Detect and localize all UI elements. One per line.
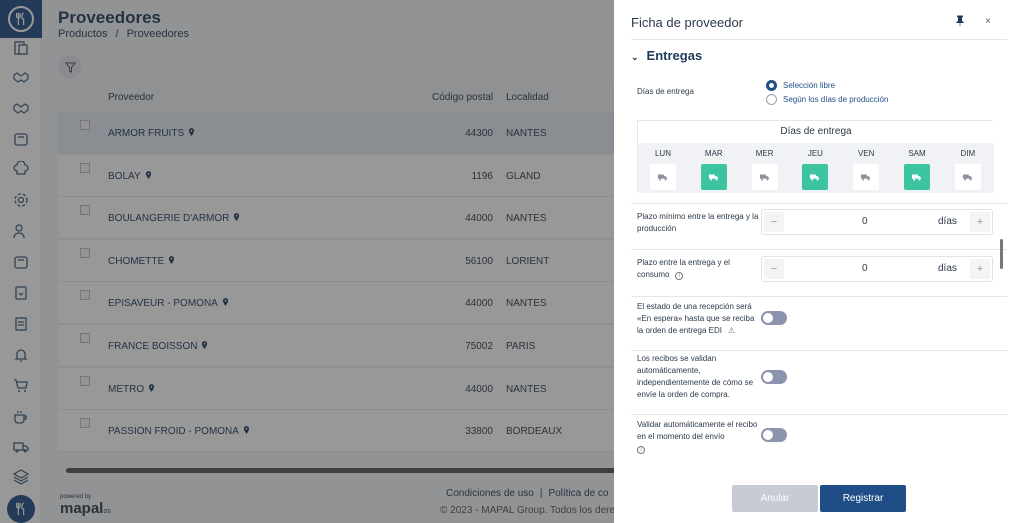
- panel-actions: Anular Registrar: [614, 468, 1024, 523]
- validate-on-send-label: Validar automáticamente el recibo en el …: [637, 419, 762, 455]
- days-grid-title: Días de entrega: [638, 121, 994, 143]
- auto-validate-label: Los recibos se validan automáticamente, …: [637, 354, 754, 399]
- info-icon[interactable]: i: [675, 272, 684, 280]
- consumption-unit: días: [938, 263, 957, 274]
- cancel-button[interactable]: Anular: [732, 485, 818, 512]
- truck-icon: [962, 174, 972, 181]
- day-label: JEU: [807, 149, 823, 158]
- validate-on-send-toggle[interactable]: [761, 428, 787, 442]
- consumption-delay-stepper[interactable]: − 0 días +: [761, 256, 993, 282]
- chevron-down-icon: ⌄: [631, 52, 639, 62]
- pin-icon[interactable]: [954, 14, 968, 28]
- delivery-days-grid: Días de entrega LUN MAR MER JEU VEN SAM DIM: [637, 120, 994, 193]
- radio-production-days[interactable]: [766, 94, 777, 105]
- day-toggle-ven[interactable]: [853, 164, 880, 190]
- modal-overlay[interactable]: [0, 0, 614, 523]
- section-entregas[interactable]: ⌄ Entregas: [631, 48, 702, 63]
- min-delay-value[interactable]: 0: [862, 216, 868, 227]
- day-toggle-lun[interactable]: [650, 164, 676, 190]
- min-delay-unit: días: [938, 216, 957, 227]
- truck-icon: [861, 174, 871, 181]
- day-toggle-mar[interactable]: [700, 164, 727, 190]
- consumption-value[interactable]: 0: [862, 263, 868, 274]
- truck-icon: [708, 174, 718, 181]
- close-icon[interactable]: ×: [985, 16, 991, 27]
- day-label: DIM: [960, 149, 976, 158]
- day-toggle-sam[interactable]: [904, 164, 930, 190]
- divider: [631, 296, 1007, 297]
- validate-on-send-text: Validar automáticamente el recibo en el …: [637, 420, 758, 441]
- day-label: MAR: [704, 149, 723, 158]
- day-label: MER: [755, 149, 774, 158]
- day-toggle-mer[interactable]: [751, 164, 778, 190]
- consumption-increment[interactable]: +: [970, 259, 990, 279]
- min-delay-increment[interactable]: +: [970, 212, 990, 232]
- panel-scroll-area: ⌄ Entregas Días de entrega Selección libr…: [631, 40, 1007, 468]
- section-title: Entregas: [646, 48, 703, 63]
- consumption-delay-label: Plazo entre la entrega y el consumo i: [637, 257, 747, 281]
- day-sam: SAM: [892, 143, 942, 190]
- edi-status-toggle[interactable]: [761, 311, 787, 325]
- truck-icon: [810, 174, 820, 181]
- consumption-decrement[interactable]: −: [764, 259, 784, 279]
- auto-validate-toggle[interactable]: [761, 370, 787, 384]
- days-row: LUN MAR MER JEU VEN SAM DIM: [638, 143, 994, 193]
- radio-production-days-label[interactable]: Según los días de producción: [783, 95, 888, 104]
- day-mer: MER: [740, 143, 790, 190]
- warning-icon[interactable]: ⚠: [728, 325, 735, 337]
- day-mar: MAR: [689, 143, 739, 190]
- delivery-days-label: Días de entrega: [637, 87, 694, 96]
- truck-icon: [658, 174, 668, 181]
- divider: [631, 414, 1007, 415]
- save-button[interactable]: Registrar: [820, 485, 906, 512]
- supplier-panel: Ficha de proveedor × ⌄ Entregas Días de e…: [614, 0, 1024, 523]
- day-toggle-jeu[interactable]: [802, 164, 829, 190]
- min-delay-decrement[interactable]: −: [764, 212, 784, 232]
- day-label: VEN: [857, 149, 875, 158]
- edi-status-label: El estado de una recepción será «En espe…: [637, 301, 762, 337]
- min-delay-label: Plazo mínimo entre la entrega y la produ…: [637, 212, 759, 233]
- consumption-delay-text: Plazo entre la entrega y el consumo: [637, 258, 730, 279]
- edi-status-text: El estado de una recepción será «En espe…: [637, 302, 755, 335]
- divider: [631, 249, 1007, 250]
- day-lun: LUN: [638, 143, 688, 190]
- truck-icon: [759, 174, 769, 181]
- divider: [631, 350, 1007, 351]
- radio-free-selection-label[interactable]: Selección libre: [783, 81, 835, 90]
- truck-icon: [912, 174, 922, 181]
- day-dim: DIM: [943, 143, 993, 190]
- day-ven: VEN: [841, 143, 891, 190]
- panel-title: Ficha de proveedor: [631, 15, 744, 30]
- day-label: LUN: [654, 149, 671, 158]
- radio-free-selection[interactable]: [766, 80, 777, 91]
- panel-scrollbar[interactable]: [1000, 239, 1003, 269]
- day-label: SAM: [908, 149, 926, 158]
- min-delay-stepper[interactable]: − 0 días +: [761, 209, 993, 235]
- day-toggle-dim[interactable]: [954, 164, 981, 190]
- info-icon[interactable]: i: [637, 446, 645, 454]
- day-jeu: JEU: [790, 143, 840, 190]
- divider: [631, 203, 1007, 204]
